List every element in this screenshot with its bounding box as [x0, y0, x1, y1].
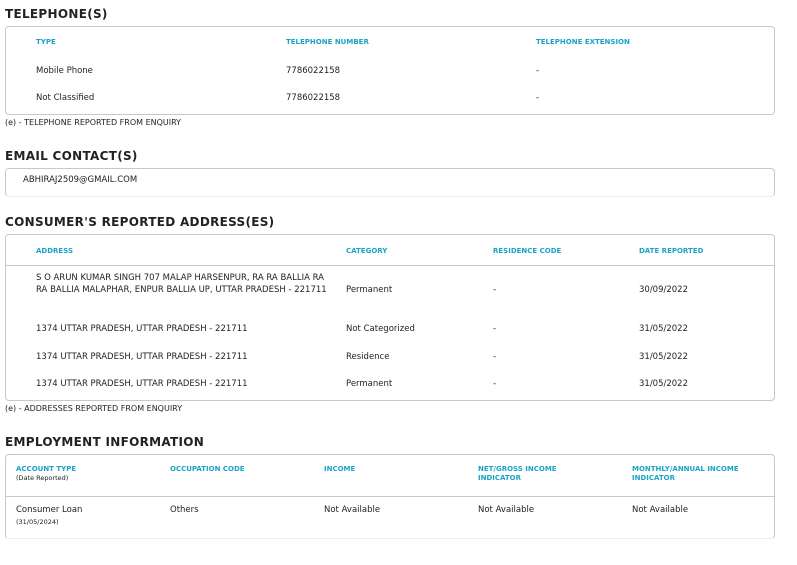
col-occupation-code: OCCUPATION CODE [170, 465, 245, 473]
employment-net-gross: Not Available [478, 505, 535, 515]
employment-monthly-annual: Not Available [632, 505, 689, 515]
phone-extension: - [536, 93, 540, 103]
email-heading: EMAIL CONTACT(S) [5, 149, 138, 163]
col-income: INCOME [324, 465, 356, 473]
telephones-heading: TELEPHONE(S) [5, 7, 108, 21]
header-divider [6, 496, 774, 497]
col-monthly-annual: MONTHLY/ANNUAL INCOME INDICATOR [632, 465, 739, 482]
col-telephone-number: TELEPHONE NUMBER [286, 38, 369, 46]
address-text: 1374 UTTAR PRADESH, UTTAR PRADESH - 2217… [36, 324, 248, 334]
address-category: Residence [346, 352, 390, 362]
phone-number: 7786022158 [286, 93, 341, 103]
account-type-value: Consumer Loan [16, 505, 83, 515]
address-date: 31/05/2022 [639, 324, 688, 334]
address-category: Permanent [346, 285, 393, 295]
phone-type: Not Classified [36, 93, 95, 103]
telephones-table: TYPE TELEPHONE NUMBER TELEPHONE EXTENSIO… [5, 26, 775, 115]
col-account-type-label: ACCOUNT TYPE [16, 465, 77, 473]
employment-occupation: Others [170, 505, 199, 515]
email-value: ABHIRAJ2509@GMAIL.COM [23, 175, 138, 185]
address-date: 31/05/2022 [639, 352, 688, 362]
address-text: S O ARUN KUMAR SINGH 707 MALAP HARSENPUR… [36, 273, 327, 295]
phone-number: 7786022158 [286, 66, 341, 76]
employment-account-type: Consumer Loan (31/05/2024) [16, 504, 82, 528]
address-residence-code: - [493, 352, 497, 362]
address-residence-code: - [493, 379, 497, 389]
address-category: Not Categorized [346, 324, 415, 334]
address-residence-code: - [493, 324, 497, 334]
col-date-reported: DATE REPORTED [639, 247, 704, 255]
phone-type: Mobile Phone [36, 66, 93, 76]
col-residence-code: RESIDENCE CODE [493, 247, 562, 255]
employment-heading: EMPLOYMENT INFORMATION [5, 435, 205, 449]
col-type: TYPE [36, 38, 56, 46]
header-divider [6, 265, 774, 266]
email-box: ABHIRAJ2509@GMAIL.COM [5, 168, 775, 197]
account-date-value: (31/05/2024) [16, 518, 59, 526]
address-category: Permanent [346, 379, 393, 389]
employment-table: ACCOUNT TYPE (Date Reported) OCCUPATION C… [5, 454, 775, 539]
col-account-type-sub: (Date Reported) [16, 474, 69, 482]
employment-income: Not Available [324, 505, 381, 515]
address-date: 31/05/2022 [639, 379, 688, 389]
col-account-type: ACCOUNT TYPE (Date Reported) [16, 465, 76, 483]
col-category: CATEGORY [346, 247, 388, 255]
addresses-table: ADDRESS CATEGORY RESIDENCE CODE DATE REP… [5, 234, 775, 401]
col-telephone-extension: TELEPHONE EXTENSION [536, 38, 630, 46]
addresses-heading: CONSUMER'S REPORTED ADDRESS(ES) [5, 215, 275, 229]
address-text: 1374 UTTAR PRADESH, UTTAR PRADESH - 2217… [36, 379, 248, 389]
phone-extension: - [536, 66, 540, 76]
col-net-gross: NET/GROSS INCOME INDICATOR [478, 465, 557, 482]
col-address: ADDRESS [36, 247, 73, 255]
address-date: 30/09/2022 [639, 285, 688, 295]
address-text: 1374 UTTAR PRADESH, UTTAR PRADESH - 2217… [36, 352, 248, 362]
telephones-note: (e) - TELEPHONE REPORTED FROM ENQUIRY [5, 118, 182, 127]
address-residence-code: - [493, 285, 497, 295]
addresses-note: (e) - ADDRESSES REPORTED FROM ENQUIRY [5, 404, 183, 413]
